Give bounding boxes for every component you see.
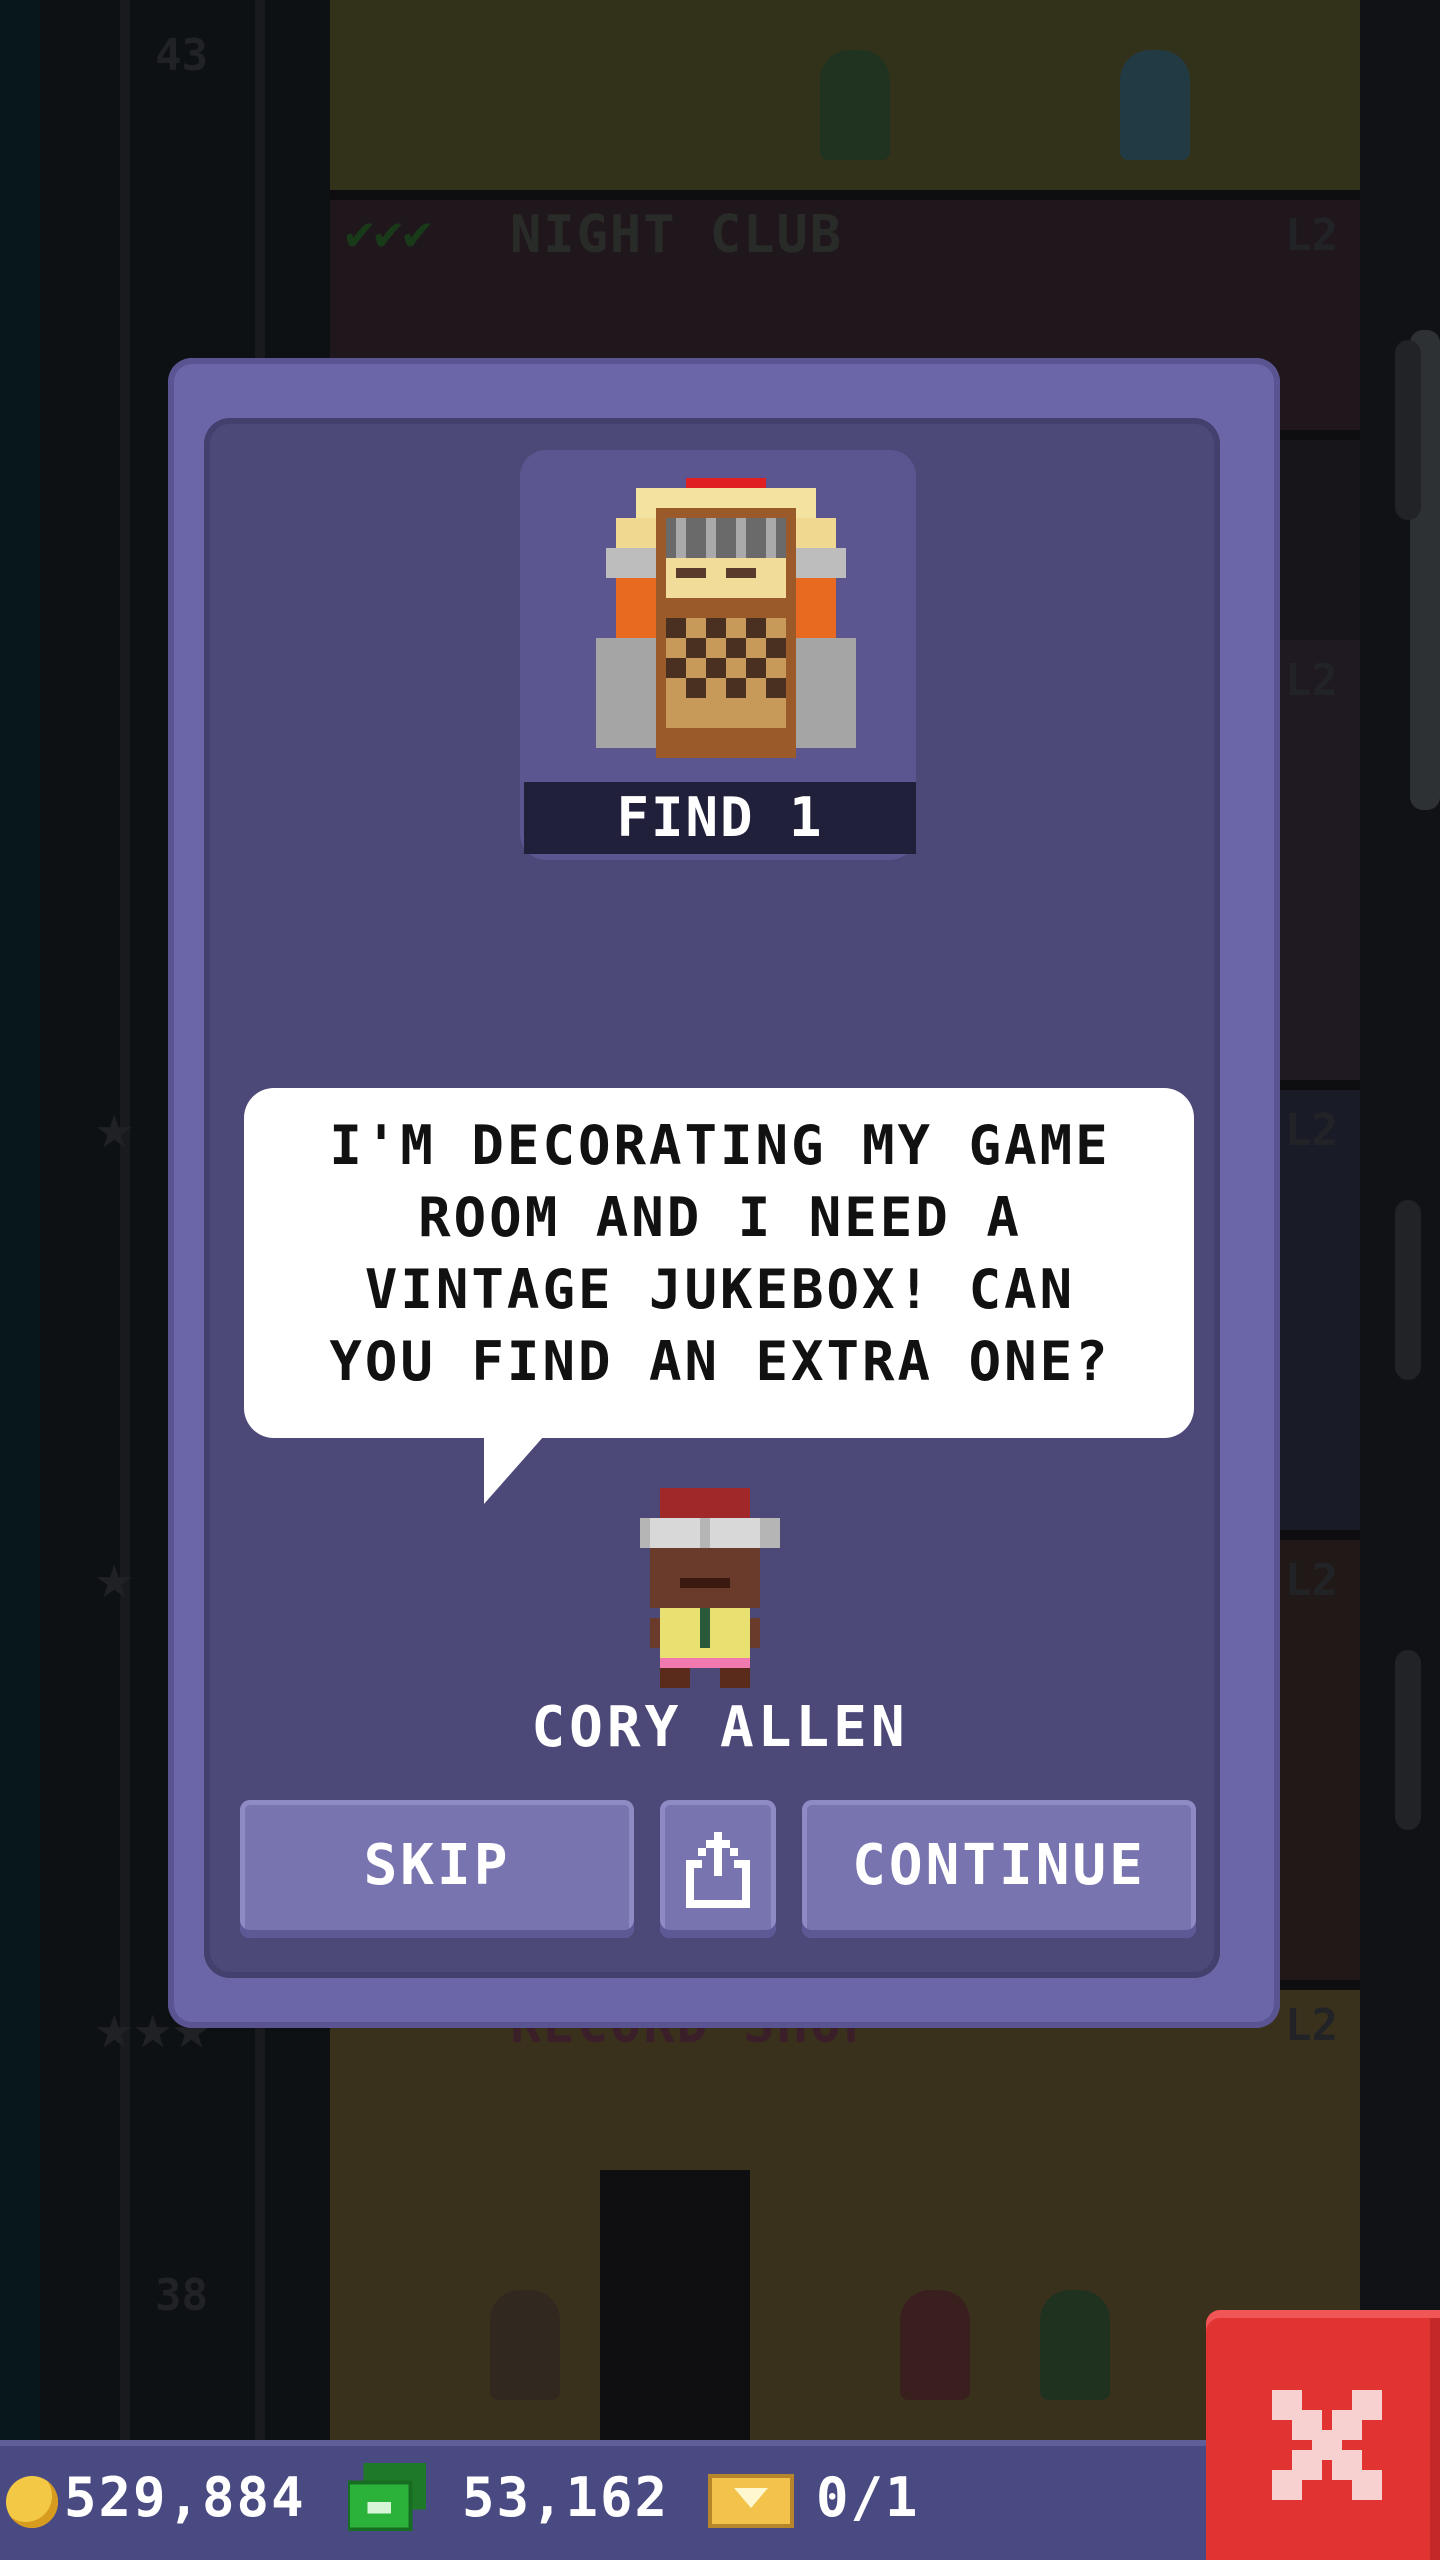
share-button[interactable] [660,1800,776,1938]
coin-count[interactable]: 529,884 [64,2466,306,2529]
find-count-label: FIND 1 [524,782,916,854]
bux-count[interactable]: 53,162 [462,2466,669,2529]
skip-button[interactable]: SKIP [240,1800,634,1938]
close-button[interactable] [1206,2310,1440,2560]
bux-icon [348,2462,427,2532]
continue-button[interactable]: CONTINUE [802,1800,1196,1938]
ticket-count[interactable]: 0/1 [816,2466,920,2529]
quest-message: I'M DECORATING MY GAME ROOM AND I NEED A… [329,1114,1111,1393]
close-icon [1272,2390,1382,2500]
coin-icon [6,2476,58,2528]
jukebox-icon [596,478,856,758]
share-icon [686,1832,750,1908]
speech-bubble-tail [484,1436,544,1504]
npc-name: CORY ALLEN [531,1695,909,1760]
npc-avatar [640,1488,780,1688]
ticket-icon [708,2474,794,2528]
